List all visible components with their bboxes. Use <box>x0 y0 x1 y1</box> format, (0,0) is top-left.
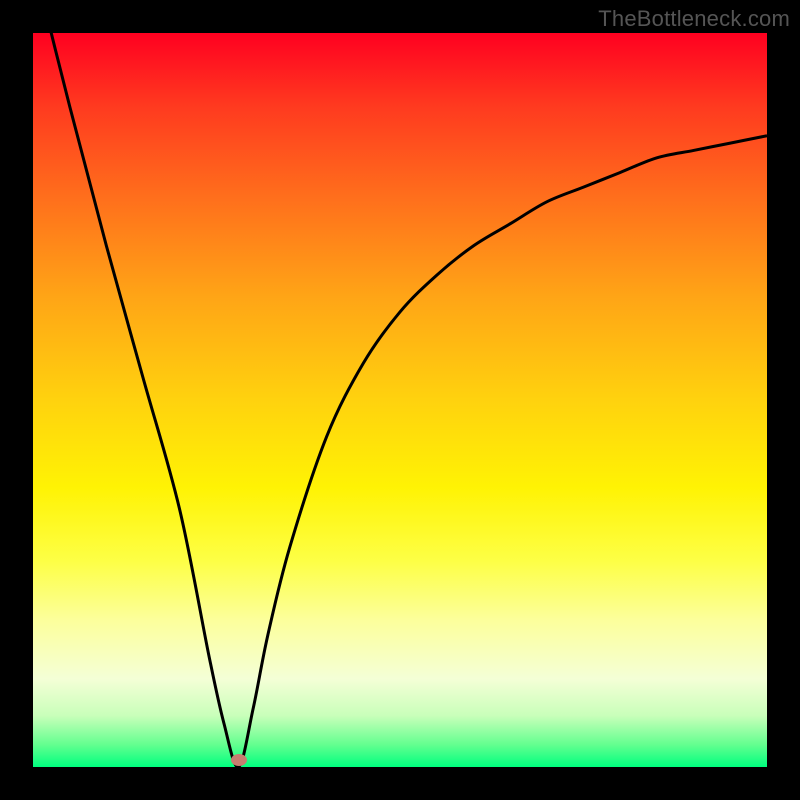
bottleneck-curve <box>33 0 767 767</box>
optimum-marker <box>231 754 247 766</box>
watermark-text: TheBottleneck.com <box>598 6 790 32</box>
chart-frame: TheBottleneck.com <box>0 0 800 800</box>
curve-layer <box>33 33 767 767</box>
